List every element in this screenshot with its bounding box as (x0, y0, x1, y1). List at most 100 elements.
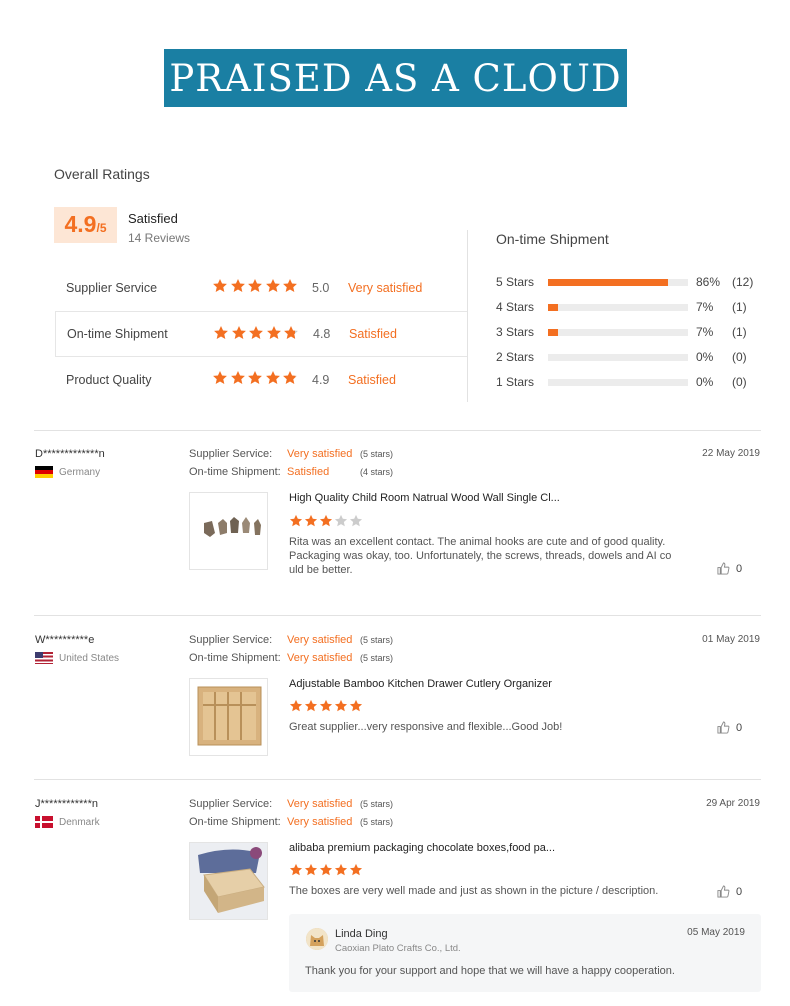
distribution-percent: 0% (696, 375, 714, 389)
star-icon (289, 514, 303, 527)
rating-label: On-time Shipment: (189, 466, 281, 478)
country-name: Denmark (59, 816, 100, 828)
star-icon (265, 371, 280, 384)
metric-description: Satisfied (349, 327, 397, 341)
thumbs-up-icon (717, 721, 730, 734)
overall-score-max: /5 (96, 221, 107, 235)
reviewer-name: D*************n (35, 448, 105, 460)
metric-row-supplier-service: Supplier Service 5.0 Very satisfied (55, 265, 468, 311)
star-icon (214, 326, 228, 339)
star-icon (213, 279, 227, 292)
avatar (306, 928, 328, 950)
distribution-label: 2 Stars (496, 350, 535, 364)
cat-avatar-icon (306, 928, 328, 950)
rating-value: Very satisfied (287, 652, 353, 664)
review-count: 14 Reviews (128, 231, 191, 245)
like-button[interactable]: 0 (717, 721, 742, 734)
like-button[interactable]: 0 (717, 562, 742, 575)
rating-label: Supplier Service: (189, 448, 273, 460)
product-title-link[interactable]: Adjustable Bamboo Kitchen Drawer Cutlery… (289, 678, 552, 690)
star-icon (248, 371, 262, 384)
metric-stars (212, 278, 300, 294)
star-icon (231, 326, 246, 339)
shipment-rating: On-time Shipment: Satisfied (4 stars) (189, 466, 393, 478)
distribution-percent: 7% (696, 325, 714, 339)
section-divider (34, 615, 761, 616)
product-rating-stars (289, 514, 364, 528)
reply-company: Caoxian Plato Crafts Co., Ltd. (335, 943, 461, 954)
rating-stars-text: (5 stars) (360, 799, 394, 809)
distribution-bar (548, 304, 688, 311)
overall-ratings-title: Overall Ratings (54, 166, 150, 182)
reviewer-country: United States (35, 652, 119, 664)
rating-label: On-time Shipment: (189, 816, 281, 828)
product-title-link[interactable]: High Quality Child Room Natrual Wood Wal… (289, 492, 560, 504)
product-thumbnail[interactable] (189, 492, 268, 570)
product-rating-stars (289, 699, 364, 713)
metric-value: 5.0 (312, 281, 330, 295)
star-icon (319, 863, 333, 876)
distribution-label: 3 Stars (496, 325, 535, 339)
supplier-service-rating: Supplier Service: Very satisfied (5 star… (189, 448, 393, 460)
star-icon (304, 863, 318, 876)
review-date: 29 Apr 2019 (706, 798, 760, 809)
distribution-count: (1) (732, 300, 747, 314)
star-icon (334, 699, 348, 712)
star-icon (265, 279, 280, 292)
supplier-reply: Linda Ding Caoxian Plato Crafts Co., Ltd… (289, 914, 761, 992)
distribution-bar (548, 354, 688, 361)
distribution-count: (12) (732, 275, 754, 289)
rating-label: Supplier Service: (189, 634, 273, 646)
metric-description: Satisfied (348, 373, 396, 387)
denmark-flag-icon (35, 816, 53, 828)
star-icon (304, 699, 318, 712)
thumbs-up-icon (717, 885, 730, 898)
star-icon (230, 371, 245, 384)
metric-name: Product Quality (66, 373, 152, 387)
star-icon (349, 699, 363, 712)
product-thumbnail[interactable] (189, 678, 268, 756)
country-name: United States (59, 652, 120, 664)
star-icon (213, 371, 227, 384)
rating-value: Very satisfied (287, 816, 353, 828)
supplier-service-rating: Supplier Service: Very satisfied (5 star… (189, 798, 393, 810)
overall-status: Satisfied (128, 211, 178, 226)
rating-label: Supplier Service: (189, 798, 273, 810)
distribution-bar (548, 379, 688, 386)
reply-date: 05 May 2019 (687, 927, 745, 938)
rating-stars-text: (5 stars) (360, 817, 394, 827)
rating-value: Very satisfied (287, 448, 353, 460)
section-divider (34, 430, 761, 431)
shipment-rating: On-time Shipment: Very satisfied (5 star… (189, 816, 393, 828)
banner-title: PRAISED AS A CLOUD (164, 49, 627, 107)
rating-stars-text: (4 stars) (360, 467, 394, 477)
country-name: Germany (59, 466, 101, 478)
rating-stars-text: (5 stars) (360, 449, 394, 459)
product-title-link[interactable]: alibaba premium packaging chocolate boxe… (289, 842, 555, 854)
star-icon (349, 514, 363, 527)
like-button[interactable]: 0 (717, 885, 742, 898)
distribution-label: 1 Stars (496, 375, 535, 389)
review-date: 01 May 2019 (702, 634, 760, 645)
product-thumbnail[interactable] (189, 842, 268, 920)
bamboo-organizer-image (197, 686, 262, 746)
rating-stars-text: (5 stars) (360, 653, 394, 663)
like-count: 0 (736, 885, 743, 898)
reply-text: Thank you for your support and hope that… (305, 965, 675, 977)
metric-row-on-time-shipment: On-time Shipment 4.8 Satisfied (55, 311, 468, 357)
star-icon (230, 279, 245, 292)
star-icon (283, 371, 297, 384)
review-comment: Great supplier...very responsive and fle… (289, 721, 563, 733)
usa-flag-icon (35, 652, 53, 664)
distribution-bar (548, 329, 688, 336)
metric-name: Supplier Service (66, 281, 158, 295)
rating-value: Very satisfied (287, 634, 353, 646)
star-icon (283, 279, 297, 292)
star-icon (334, 514, 348, 527)
star-icon (319, 514, 333, 527)
distribution-percent: 0% (696, 350, 714, 364)
reviewer-country: Denmark (35, 816, 100, 828)
reply-author: Linda Ding (335, 928, 388, 940)
metric-value: 4.9 (312, 373, 330, 387)
shipment-distribution-title: On-time Shipment (496, 231, 609, 247)
